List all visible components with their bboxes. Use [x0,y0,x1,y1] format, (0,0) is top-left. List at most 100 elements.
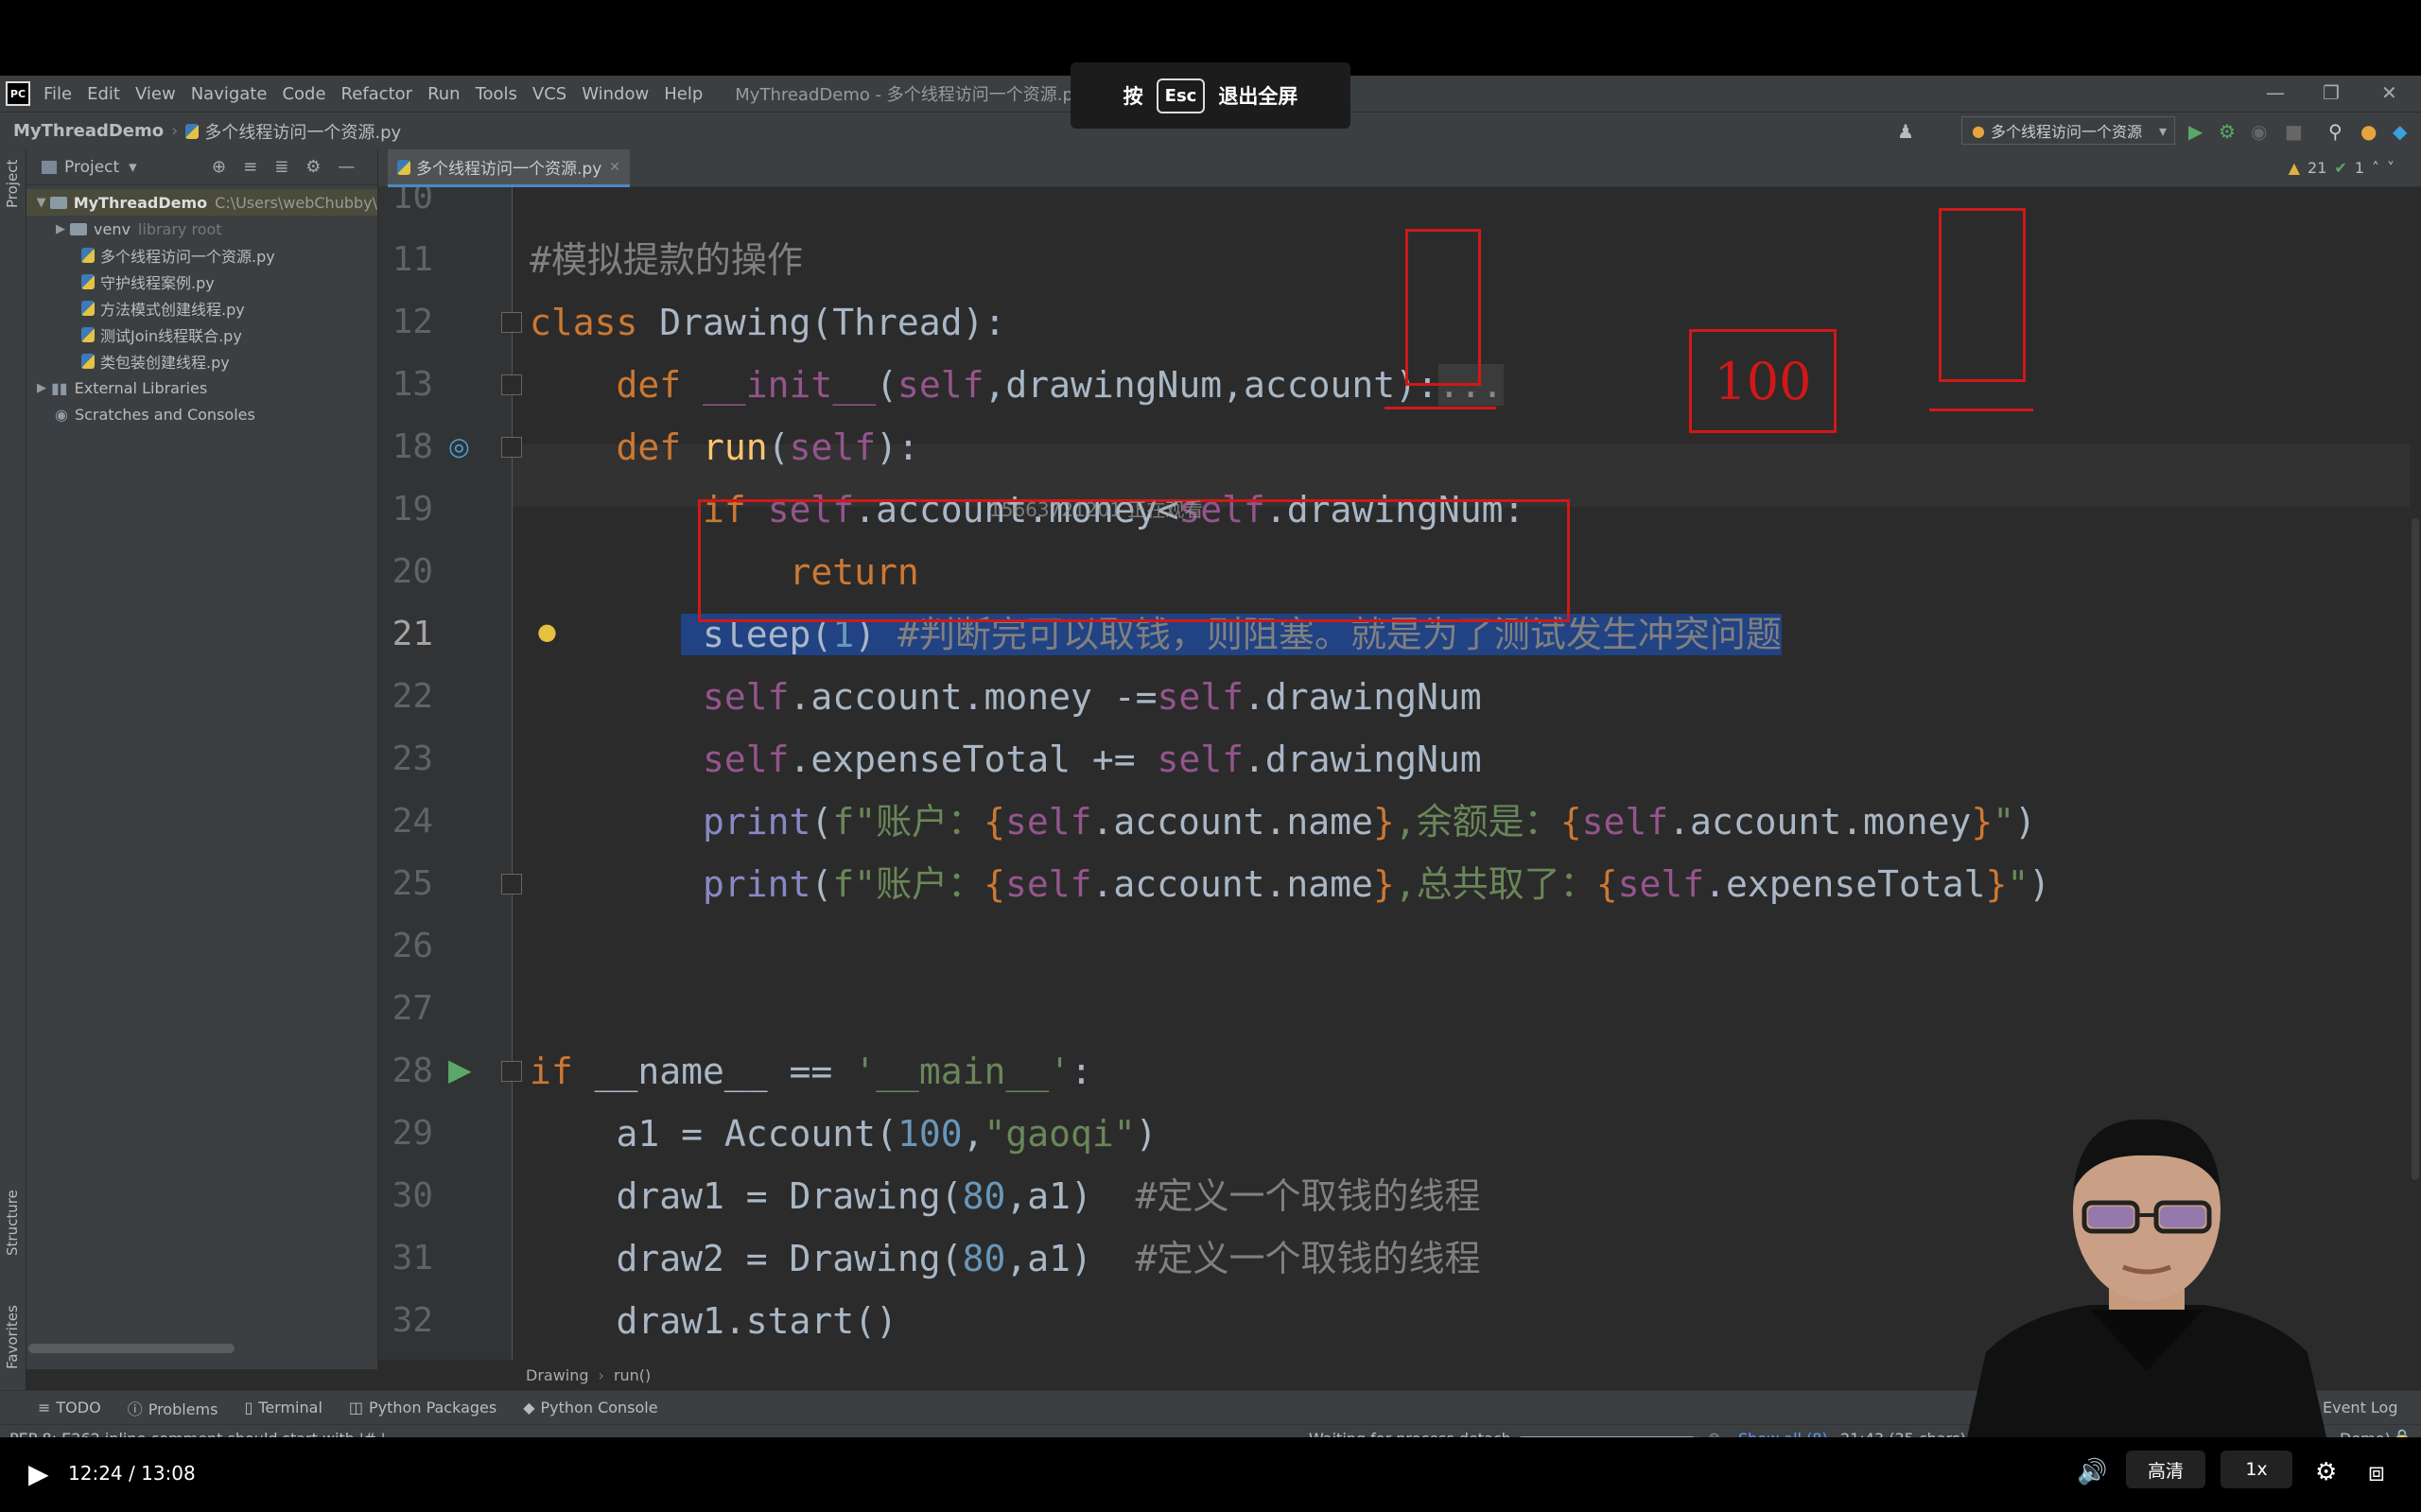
annotation-underline-right [1929,408,2033,411]
run-icon[interactable]: ▶ [2188,120,2203,143]
presenter-webcam-image [1967,1119,2326,1437]
gear-icon[interactable]: ⚙ [305,157,321,177]
tree-item-file[interactable]: 守护线程案例.py [26,269,377,295]
speed-button[interactable]: 1x [2221,1451,2292,1488]
menu-vcs[interactable]: VCS [532,84,566,104]
fold-marker-icon[interactable] [501,312,522,333]
jetbrains-icon[interactable]: ◆ [2393,120,2407,143]
tree-item-file[interactable]: 类包装创建线程.py [26,348,377,374]
restore-icon[interactable]: ❐ [2323,81,2340,104]
tree-item-file[interactable]: 方法模式创建线程.py [26,295,377,322]
annotation-box-left [1405,229,1481,386]
annotation-underline-left [1385,407,1496,409]
minimize-icon[interactable]: — [2266,81,2285,104]
vertical-scrollbar[interactable] [2410,187,2421,1360]
editor-tab-active[interactable]: 多个线程访问一个资源.py ✕ [388,149,630,187]
breadcrumb-class[interactable]: Drawing [526,1366,589,1384]
line-number: 20 [392,552,433,591]
python-file-icon [185,123,200,139]
chevron-down-icon: ▼ [36,195,46,210]
event-log-tab[interactable]: Event Log [2323,1399,2398,1416]
settings-gear-icon[interactable]: ⚙ [2315,1458,2337,1486]
code-text: print(f"账户：{self.account.name},总共取了：{sel… [703,863,2051,905]
tree-item-scratches[interactable]: ◉ Scratches and Consoles [26,401,377,427]
code-line: 10 [378,187,2412,229]
locate-icon[interactable]: ⊕ [212,157,226,177]
inspection-widget[interactable]: ▲ 21 ✔ 1 ˄ ˅ [2289,159,2395,177]
breadcrumb-separator-icon: › [598,1365,604,1384]
line-number: 18 [392,427,433,466]
stop-icon[interactable]: ■ [2285,120,2303,143]
tool-tab-todo[interactable]: ≡ TODO [38,1399,101,1416]
editor-tab-label: 多个线程访问一个资源.py [416,160,602,179]
tree-item-file[interactable]: 多个线程访问一个资源.py [26,242,377,269]
project-panel-title[interactable]: Project [64,158,119,177]
code-line: 25 print(f"账户：{self.account.name},总共取了：{… [378,853,2412,915]
run-config-label: 多个线程访问一个资源 [1990,123,2142,141]
fold-marker-icon[interactable] [501,1061,522,1082]
structure-tool-tab[interactable]: Structure [4,1190,21,1256]
close-tab-icon[interactable]: ✕ [609,160,620,175]
play-icon[interactable]: ▶ [28,1458,49,1489]
favorites-tool-tab[interactable]: Favorites [4,1305,21,1369]
exit-fullscreen-icon[interactable]: ⧈ [2368,1456,2385,1488]
chevron-down-icon[interactable]: ˅ [2387,159,2395,177]
tool-tab-terminal[interactable]: ▯ Terminal [244,1399,322,1416]
chevron-up-icon[interactable]: ˄ [2372,159,2379,177]
line-number: 19 [392,490,433,529]
tool-tab-python-console[interactable]: ◆ Python Console [523,1399,657,1416]
menu-window[interactable]: Window [582,84,649,104]
update-icon[interactable]: ● [2360,120,2377,143]
user-icon[interactable]: ♟ [1897,120,1914,143]
tool-tab-python-packages[interactable]: ◫ Python Packages [349,1399,496,1416]
code-line: 23 self.expenseTotal += self.drawingNum [378,728,2412,791]
debug-icon[interactable]: ⚙ [2219,120,2236,143]
code-text: self.account.money -=self.drawingNum [703,676,1482,718]
horizontal-scrollbar[interactable] [28,1344,235,1353]
tree-item-external-libraries[interactable]: ▶ ▮▮ External Libraries [26,374,377,401]
breadcrumb-method[interactable]: run() [614,1366,651,1384]
menu-navigate[interactable]: Navigate [191,84,268,104]
tree-item-root[interactable]: ▼ MyThreadDemo C:\Users\webChubby\ [26,189,377,216]
video-time: 12:24 / 13:08 [68,1462,196,1485]
menu-view[interactable]: View [135,84,176,104]
menu-tools[interactable]: Tools [476,84,517,104]
line-number: 27 [392,989,433,1028]
banner-press-text: 按 [1123,85,1143,108]
collapse-all-icon[interactable]: ≣ [274,157,288,177]
tree-item-venv[interactable]: ▶ venv library root [26,216,377,242]
close-icon[interactable]: ✕ [2381,81,2397,104]
menu-help[interactable]: Help [664,84,703,104]
breadcrumb-file[interactable]: 多个线程访问一个资源.py [204,119,401,144]
project-tool-tab[interactable]: Project [4,160,21,208]
exit-fullscreen-banner[interactable]: 按 Esc 退出全屏 [1071,62,1350,129]
code-text: def __init__(self,drawingNum,account):..… [616,364,1504,406]
menu-code[interactable]: Code [282,84,325,104]
menu-edit[interactable]: Edit [87,84,120,104]
python-file-icon [81,327,95,342]
quality-button[interactable]: 高清 [2126,1451,2205,1488]
tool-tab-problems[interactable]: ⓘ Problems [128,1397,218,1419]
run-gutter-icon[interactable]: ▶ [448,1051,472,1087]
fold-marker-icon[interactable] [501,374,522,395]
chevron-down-icon[interactable]: ▾ [129,158,137,177]
coverage-icon[interactable]: ◉ [2251,120,2267,143]
fold-marker-icon[interactable] [501,437,522,458]
expand-all-icon[interactable]: ≡ [243,157,257,177]
run-configuration-select[interactable]: ● 多个线程访问一个资源 ▾ [1961,116,2175,145]
tool-tab-problems-label: Problems [148,1399,218,1418]
scrollbar-thumb[interactable] [2412,518,2419,1180]
menu-run[interactable]: Run [427,84,461,104]
warning-icon: ▲ [2288,159,2301,177]
menu-file[interactable]: File [44,84,72,104]
code-text: draw2 = Drawing(80,a1) #定义一个取钱的线程 [530,1238,1481,1279]
breadcrumb-project[interactable]: MyThreadDemo [13,121,164,141]
fold-marker-icon[interactable] [501,874,522,895]
tree-item-file[interactable]: 测试Join线程联合.py [26,322,377,348]
override-marker-icon[interactable]: ◎ [448,433,470,461]
menu-refactor[interactable]: Refactor [341,84,413,104]
hide-icon[interactable]: — [338,157,355,177]
line-number: 11 [392,240,433,279]
volume-icon[interactable]: 🔊 [2077,1458,2107,1486]
search-icon[interactable]: ⚲ [2328,120,2343,143]
